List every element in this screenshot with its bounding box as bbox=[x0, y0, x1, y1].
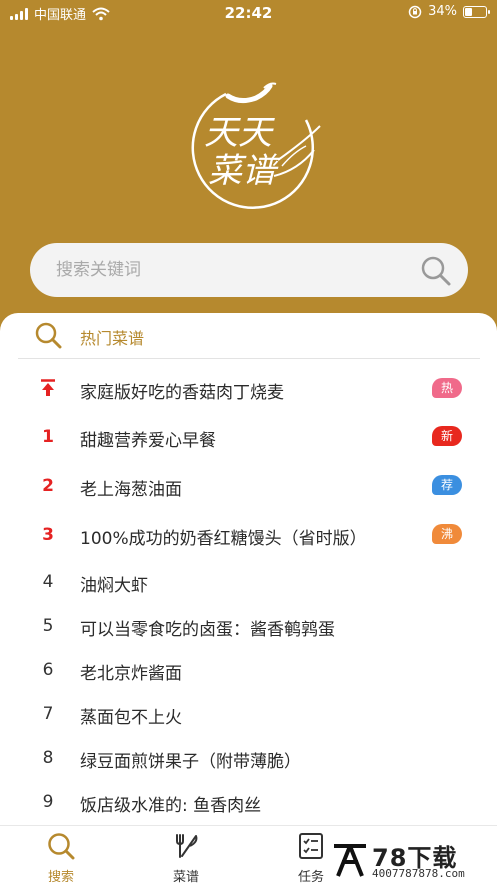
rotation-lock-icon bbox=[408, 5, 422, 18]
recipe-rank: 6 bbox=[42, 660, 54, 680]
recipe-badge: 热 bbox=[432, 378, 462, 398]
hot-header: 热门菜谱 bbox=[18, 313, 480, 359]
checklist-icon bbox=[299, 833, 323, 859]
recipe-title: 100%成功的奶香红糖馒头（省时版） bbox=[80, 529, 367, 549]
recipe-rank: 3 bbox=[42, 525, 54, 545]
watermark: 78下载 4007787878.com bbox=[330, 838, 497, 883]
recipe-row[interactable]: 家庭版好吃的香菇肉丁烧麦 热 bbox=[0, 369, 497, 409]
logo-line2: 菜谱 bbox=[208, 151, 280, 191]
search-icon bbox=[48, 833, 75, 860]
recipe-row[interactable]: 7 蒸面包不上火 bbox=[0, 694, 497, 734]
recipe-badge: 沸 bbox=[432, 524, 462, 544]
status-right: 34% bbox=[408, 4, 490, 19]
recipe-row[interactable]: 4 油焖大虾 bbox=[0, 562, 497, 602]
recipe-badge: 荐 bbox=[432, 475, 462, 495]
logo-line1: 天天 bbox=[204, 113, 275, 153]
recipe-title: 老北京炸酱面 bbox=[80, 664, 182, 684]
recipe-title: 甜趣营养爱心早餐 bbox=[80, 431, 216, 451]
recipe-row[interactable]: 9 饭店级水准的: 鱼香肉丝 bbox=[0, 782, 497, 822]
recipe-title: 老上海葱油面 bbox=[80, 480, 182, 500]
fork-knife-icon bbox=[176, 834, 198, 858]
recipe-row[interactable]: 8 绿豆面煎饼果子（附带薄脆） bbox=[0, 738, 497, 778]
battery-percent: 34% bbox=[428, 4, 457, 19]
app-logo: 天天 菜谱 bbox=[191, 82, 321, 209]
battery-icon bbox=[463, 5, 490, 18]
tab-search[interactable]: 搜索 bbox=[16, 826, 106, 883]
recipe-row[interactable]: 1 甜趣营养爱心早餐 新 bbox=[0, 417, 497, 457]
tab-search-label: 搜索 bbox=[47, 870, 74, 883]
recipe-rank: 2 bbox=[42, 476, 54, 496]
hot-title: 热门菜谱 bbox=[80, 329, 145, 348]
tab-recipes[interactable]: 菜谱 bbox=[141, 826, 231, 883]
recipe-row[interactable]: 2 老上海葱油面 荐 bbox=[0, 466, 497, 506]
search-bar[interactable] bbox=[30, 243, 468, 297]
recipe-rank: 9 bbox=[42, 792, 54, 812]
recipe-title: 绿豆面煎饼果子（附带薄脆） bbox=[80, 752, 301, 772]
recipe-rank: 7 bbox=[42, 704, 54, 724]
recipe-rank: 5 bbox=[42, 616, 54, 636]
battery-fill bbox=[465, 7, 472, 16]
pin-top-icon bbox=[36, 379, 60, 402]
search-input[interactable] bbox=[56, 243, 416, 297]
tab-recipes-label: 菜谱 bbox=[172, 870, 199, 883]
recipe-badge: 新 bbox=[432, 426, 462, 446]
hot-recipes-panel: 热门菜谱 家庭版好吃的香菇肉丁烧麦 热 1 甜趣营养爱心早餐 新 2 老上海葱油面 荐 3 100… bbox=[0, 313, 497, 883]
recipe-title: 家庭版好吃的香菇肉丁烧麦 bbox=[80, 383, 284, 403]
recipe-rank: 8 bbox=[42, 748, 54, 768]
recipe-row[interactable]: 3 100%成功的奶香红糖馒头（省时版） 沸 bbox=[0, 515, 497, 555]
recipe-title: 蒸面包不上火 bbox=[80, 708, 182, 728]
recipe-title: 饭店级水准的: 鱼香肉丝 bbox=[80, 796, 262, 816]
recipe-title: 油焖大虾 bbox=[80, 576, 148, 596]
recipe-rank: 4 bbox=[42, 572, 54, 592]
watermark-sub: 4007787878.com bbox=[372, 867, 465, 880]
recipe-rank: 1 bbox=[42, 427, 54, 447]
recipe-row[interactable]: 6 老北京炸酱面 bbox=[0, 650, 497, 690]
search-icon[interactable] bbox=[420, 255, 452, 287]
recipe-title: 可以当零食吃的卤蛋：酱香鹌鹑蛋 bbox=[80, 620, 335, 640]
search-icon bbox=[35, 322, 62, 349]
watermark-logo-icon bbox=[334, 844, 366, 877]
recipe-row[interactable]: 5 可以当零食吃的卤蛋：酱香鹌鹑蛋 bbox=[0, 606, 497, 646]
status-bar: 中国联通 22:42 34% bbox=[0, 0, 497, 26]
